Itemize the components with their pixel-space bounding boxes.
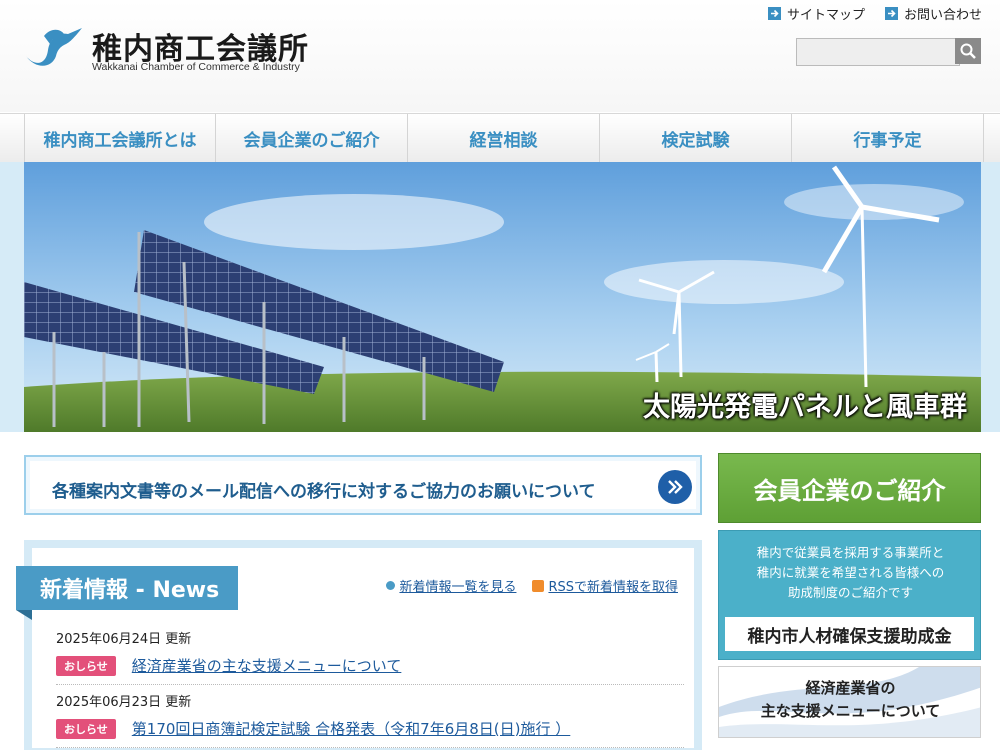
- grant-desc-line: 稚内に就業を希望される皆様への: [756, 565, 945, 580]
- news-date: 2025年06月24日 更新: [56, 632, 192, 647]
- news-section: 新着情報 - News 新着情報一覧を見る RSSで新着情報を取得 2025年0…: [16, 540, 702, 750]
- search-icon: [960, 43, 976, 59]
- sitemap-label: サイトマップ: [786, 8, 865, 23]
- nav-item-events[interactable]: 行事予定: [792, 114, 984, 162]
- contact-label: お問い合わせ: [903, 8, 982, 23]
- news-title-link[interactable]: 経済産業省の主な支援メニューについて: [132, 655, 402, 676]
- category-badge: おしらせ: [56, 718, 116, 739]
- grant-banner[interactable]: 稚内で従業員を採用する事業所と 稚内に就業を希望される皆様への 助成制度のご紹介…: [718, 530, 981, 660]
- utility-links: サイトマップ お問い合わせ: [767, 4, 982, 23]
- hero-section: 太陽光発電パネルと風車群: [0, 162, 1000, 432]
- news-row: おしらせ 第170回日商簿記検定試験 合格発表（令和7年6月8日(日)施行 ）: [56, 718, 684, 739]
- banner-inner: 各種案内文書等のメール配信への移行に対するご協力のお願いについて: [30, 461, 696, 509]
- banner-text: 各種案内文書等のメール配信への移行に対するご協力のお願いについて: [52, 482, 596, 502]
- news-row: おしらせ 経済産業省の主な支援メニューについて: [56, 655, 684, 676]
- search-input[interactable]: [796, 38, 960, 66]
- logo-mark-icon[interactable]: [24, 26, 84, 70]
- news-title-link[interactable]: 第170回日商簿記検定試験 合格発表（令和7年6月8日(日)施行 ）: [132, 718, 571, 739]
- global-nav: 稚内商工会議所とは 会員企業のご紹介 経営相談 検定試験 行事予定: [0, 113, 1000, 163]
- contact-link[interactable]: お問い合わせ: [884, 4, 982, 23]
- news-date: 2025年06月23日 更新: [56, 695, 192, 710]
- search-button[interactable]: [955, 38, 981, 64]
- bullet-icon: [386, 581, 396, 590]
- meti-support-banner[interactable]: 経済産業省の 主な支援メニューについて: [718, 666, 981, 738]
- grant-desc-line: 稚内で従業員を採用する事業所と: [756, 545, 945, 560]
- member-intro-button[interactable]: 会員企業のご紹介: [718, 453, 981, 523]
- rss-link-label: RSSで新着情報を取得: [548, 580, 678, 595]
- meti-line: 経済産業省の: [805, 679, 896, 697]
- site-header: 稚内商工会議所 Wakkanai Chamber of Commerce & I…: [0, 0, 1000, 112]
- hero-caption: 太陽光発電パネルと風車群: [643, 392, 967, 423]
- email-migration-banner[interactable]: 各種案内文書等のメール配信への移行に対するご協力のお願いについて: [24, 455, 702, 515]
- nav-item-about[interactable]: 稚内商工会議所とは: [24, 114, 216, 162]
- meti-line: 主な支援メニューについて: [760, 702, 941, 720]
- news-list: 2025年06月24日 更新 おしらせ 経済産業省の主な支援メニューについて 2…: [56, 622, 684, 748]
- news-list-link[interactable]: 新着情報一覧を見る: [386, 576, 516, 595]
- news-list-link-label: 新着情報一覧を見る: [399, 580, 517, 595]
- news-panel: 新着情報 - News 新着情報一覧を見る RSSで新着情報を取得 2025年0…: [16, 548, 694, 748]
- nav-item-members[interactable]: 会員企業のご紹介: [216, 114, 408, 162]
- news-heading: 新着情報 - News: [16, 566, 238, 610]
- nav-item-exams[interactable]: 検定試験: [600, 114, 792, 162]
- rss-icon: [532, 579, 545, 592]
- nav-item-consulting[interactable]: 経営相談: [408, 114, 600, 162]
- news-item: 2025年06月23日 更新 おしらせ 第170回日商簿記検定試験 合格発表（令…: [56, 685, 684, 748]
- news-tab-fold: [16, 610, 32, 620]
- site-subtitle: Wakkanai Chamber of Commerce & Industry: [92, 61, 300, 73]
- arrow-right-icon: [884, 7, 898, 20]
- grant-description: 稚内で従業員を採用する事業所と 稚内に就業を希望される皆様への 助成制度のご紹介…: [719, 543, 982, 603]
- double-chevron-right-icon[interactable]: [658, 470, 692, 504]
- hero-image: 太陽光発電パネルと風車群: [24, 162, 981, 432]
- rss-link[interactable]: RSSで新着情報を取得: [532, 576, 678, 595]
- sitemap-link[interactable]: サイトマップ: [767, 4, 865, 23]
- news-item: 2025年06月24日 更新 おしらせ 経済産業省の主な支援メニューについて: [56, 622, 684, 685]
- grant-desc-line: 助成制度のご紹介です: [787, 585, 913, 600]
- news-links: 新着情報一覧を見る RSSで新着情報を取得: [386, 576, 678, 595]
- category-badge: おしらせ: [56, 655, 116, 676]
- meti-banner-text: 経済産業省の 主な支援メニューについて: [719, 677, 980, 723]
- grant-title: 稚内市人材確保支援助成金: [725, 617, 974, 651]
- arrow-right-icon: [767, 7, 781, 20]
